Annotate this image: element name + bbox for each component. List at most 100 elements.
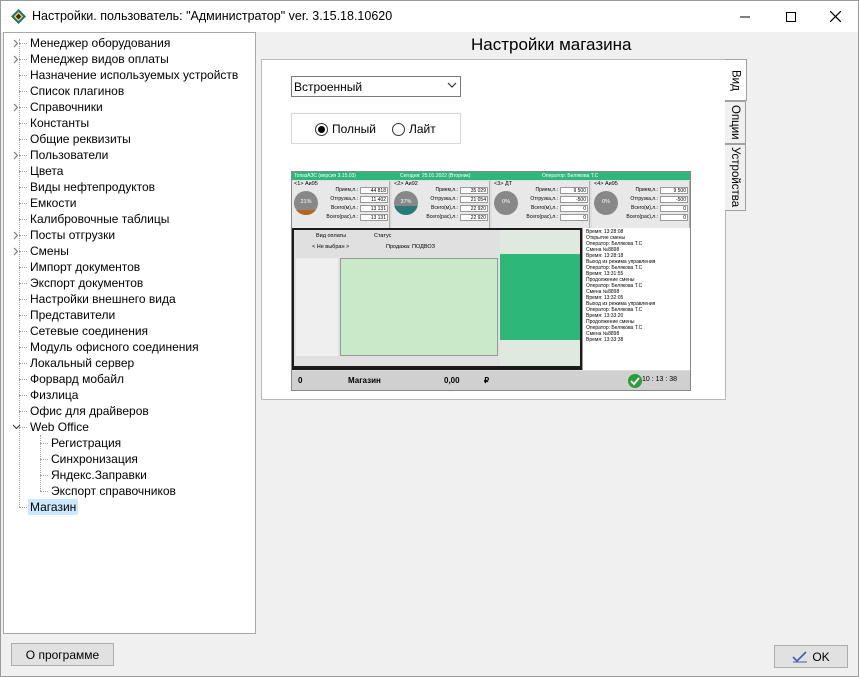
preview-tank-key: Отгрузка,л.:	[630, 196, 658, 202]
preview-bar-mid: Сегодня: 25.01.2022 (Вторник)	[400, 173, 471, 179]
maximize-icon	[785, 11, 796, 22]
preview-bottom-bar: 0 Магазин 0,00 ₽ 10 : 13 : 38	[292, 371, 690, 390]
preview-tank-pct: 0%	[502, 199, 510, 205]
close-button[interactable]	[813, 1, 858, 32]
tree-item[interactable]: Экспорт документов	[4, 275, 254, 291]
tab-devices-label: Устройства	[729, 147, 741, 208]
radio-full[interactable]: Полный	[315, 122, 376, 136]
preview-tank-value: 22 920	[460, 214, 488, 221]
preview-tank-pct: 0%	[602, 199, 610, 205]
settings-window: Настройки. пользователь: "Администратор"…	[0, 0, 859, 677]
preview-tank-value: 13 131	[360, 214, 388, 221]
tree-item-label: Цвета	[30, 164, 64, 178]
radio-lite[interactable]: Лайт	[392, 122, 436, 136]
tree-item-label: Физлица	[30, 388, 79, 402]
tree-item-label: Посты отгрузки	[30, 228, 116, 242]
tree-item[interactable]: Представители	[4, 307, 254, 323]
radio-lite-label: Лайт	[409, 122, 436, 136]
page-title: Настройки магазина	[471, 35, 632, 54]
settings-tree[interactable]: Менеджер оборудования Менеджер видов опла…	[3, 32, 256, 634]
about-button[interactable]: О программе	[11, 643, 114, 666]
preview-action-buttons	[296, 258, 338, 356]
preview-not-selected: < Не выбран >	[312, 244, 350, 250]
preview-tank-pct: 21%	[300, 199, 312, 205]
mode-select[interactable]: Встроенный	[291, 76, 461, 97]
tree-item[interactable]: Менеджер оборудования	[4, 35, 254, 51]
tree-item-label: Менеджер видов оплаты	[30, 52, 169, 66]
preview-tank-name: <3> ДТ	[494, 181, 513, 187]
preview-bottom-time: 10 : 13 : 38	[642, 376, 678, 383]
preview-tank-value: 11 402	[360, 196, 388, 203]
preview-tank-key: Всего(рас),л.:	[626, 214, 658, 220]
tree-item-label: Экспорт справочников	[51, 484, 176, 498]
tree-item[interactable]: Офис для драйверов	[4, 403, 254, 419]
preview-tank-value: 21 054	[460, 196, 488, 203]
tree-item[interactable]: Регистрация	[4, 435, 254, 451]
tree-item[interactable]: Настройки внешнего вида	[4, 291, 254, 307]
preview-bar-right: Оператор: Белякова Т.С	[542, 173, 599, 179]
tree-item[interactable]: Сетевые соединения	[4, 323, 254, 339]
tree-item[interactable]: Емкости	[4, 195, 254, 211]
tree-item[interactable]: Web Office	[4, 419, 254, 435]
tab-devices[interactable]: Устройства	[725, 144, 746, 211]
preview-bottom-num: 0	[298, 376, 303, 385]
tree-item-label: Импорт документов	[30, 260, 141, 274]
tree-item[interactable]: Физлица	[4, 387, 254, 403]
tree-item-label: Емкости	[30, 196, 77, 210]
preview-tank-key: Всего(рас),л.:	[326, 214, 358, 220]
tree-item[interactable]: Калибровочные таблицы	[4, 211, 254, 227]
preview-tank-key: Всего(м),л.:	[531, 205, 558, 211]
preview-sale-panel: Вид оплаты Статус < Не выбран > Продажа:…	[294, 230, 500, 366]
preview-main-area: Вид оплаты Статус < Не выбран > Продажа:…	[292, 228, 582, 370]
tree-item[interactable]: Форвард мобайл	[4, 371, 254, 387]
minimize-button[interactable]	[722, 1, 767, 32]
tree-item-label: Список плагинов	[30, 84, 125, 98]
tree-item[interactable]: Список плагинов	[4, 83, 254, 99]
tree-item[interactable]: Менеджер видов оплаты	[4, 51, 254, 67]
preview-tank-key: Отгрузка,л.:	[430, 196, 458, 202]
tree-item[interactable]: Цвета	[4, 163, 254, 179]
tree-item[interactable]: Локальный сервер	[4, 355, 254, 371]
preview-tank-value: 35 029	[460, 187, 488, 194]
ok-button[interactable]: OK	[774, 645, 848, 668]
tree-item[interactable]: Виды нефтепродуктов	[4, 179, 254, 195]
tree-item[interactable]: Смены	[4, 243, 254, 259]
preview-tank-key: Прием,л.:	[635, 187, 658, 193]
tree-item-label: Константы	[30, 116, 90, 130]
preview-bar-left: ТопазАЗС (версия 3.15.03)	[294, 173, 356, 179]
tree-item[interactable]: Яндекс.Заправки	[4, 467, 254, 483]
tree-item[interactable]: Общие реквизиты	[4, 131, 254, 147]
tree-item[interactable]: Пользователи	[4, 147, 254, 163]
preview-event-log: Время: 13:28:08 Открытие смены Оператор: Б…	[582, 228, 690, 370]
tree-item[interactable]: Справочники	[4, 99, 254, 115]
tree-item[interactable]: Магазин	[4, 499, 254, 515]
preview-tank-value: 9 500	[660, 187, 688, 194]
tab-view-label: Вид	[729, 69, 742, 91]
preview-tank-value: 13 131	[360, 205, 388, 212]
tree-item[interactable]: Экспорт справочников	[4, 483, 254, 499]
preview-tank-name: <1> Аи95	[294, 181, 318, 187]
tab-view[interactable]: Вид	[725, 59, 747, 101]
tree-item-label: Синхронизация	[51, 452, 138, 466]
ok-button-label: OK	[812, 649, 830, 664]
tree-item[interactable]: Константы	[4, 115, 254, 131]
tree-item[interactable]: Модуль офисного соединения	[4, 339, 254, 355]
tree-item-label: Магазин	[28, 499, 79, 515]
tab-options[interactable]: Опции	[725, 101, 746, 144]
preview-tank-gauge: 37%	[394, 191, 418, 215]
tree-item[interactable]: Импорт документов	[4, 259, 254, 275]
tree-item[interactable]: Посты отгрузки	[4, 227, 254, 243]
tree-item[interactable]: Назначение используемых устройств	[4, 67, 254, 83]
tree-item-label: Общие реквизиты	[30, 132, 131, 146]
chevron-down-icon	[447, 82, 457, 88]
preview-tank-key: Всего(м),л.:	[331, 205, 358, 211]
maximize-button[interactable]	[768, 1, 813, 32]
radio-lite-circle[interactable]	[392, 122, 405, 136]
preview-tank-key: Всего(рас),л.:	[426, 214, 458, 220]
preview-goods-grid	[340, 258, 498, 356]
tree-item-label: Назначение используемых устройств	[30, 68, 239, 82]
tree-item-label: Сетевые соединения	[30, 324, 149, 338]
tree-item[interactable]: Синхронизация	[4, 451, 254, 467]
tree-item-label: Представители	[30, 308, 116, 322]
radio-full-circle[interactable]	[315, 122, 328, 136]
